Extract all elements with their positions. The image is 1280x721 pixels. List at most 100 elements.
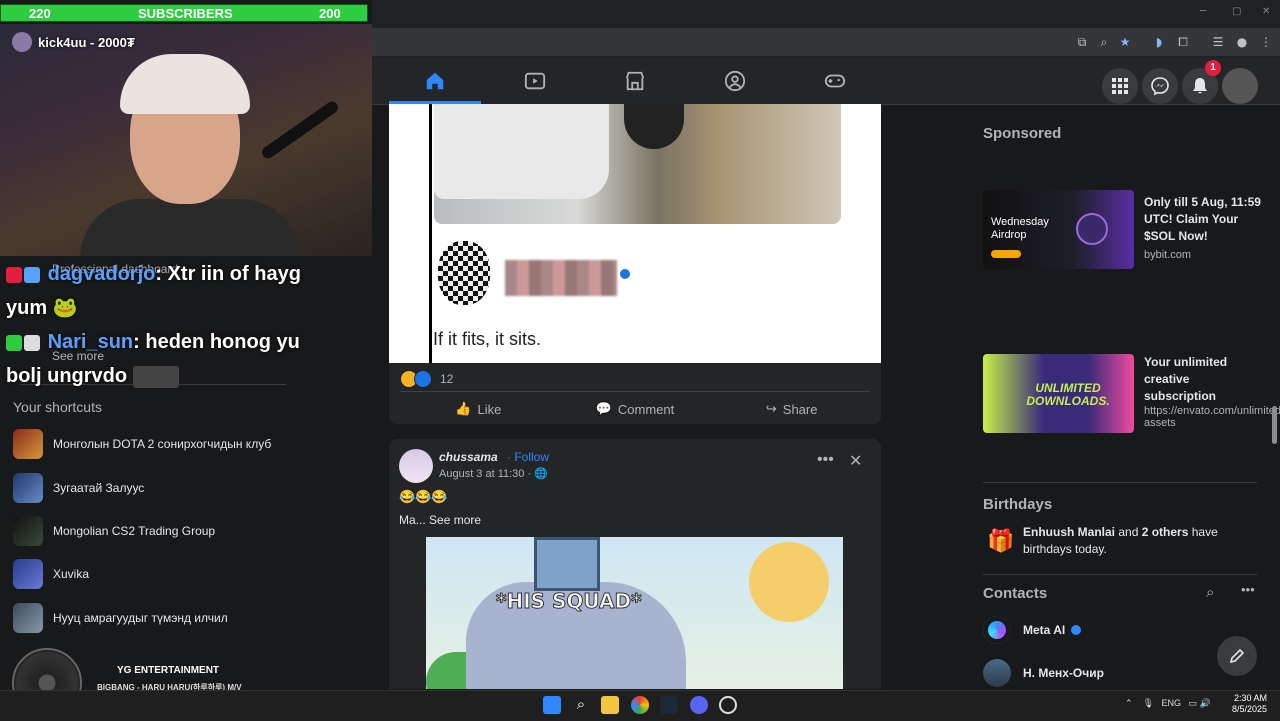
meme-caption: If it fits, it sits. (433, 329, 542, 349)
shortcut-thumbnail (13, 516, 43, 546)
like-button[interactable]: 👍 Like (400, 392, 557, 426)
facebook-navbar (372, 58, 1280, 105)
like-reaction-icon (414, 370, 432, 388)
comment-icon: 💬 (595, 401, 612, 416)
extension-icon[interactable]: ◗ (1152, 35, 1166, 49)
shortcut-item[interactable]: Зугаатай Залуус (13, 473, 303, 503)
sponsored-ad[interactable]: UNLIMITED DOWNLOADS. Your unlimited crea… (983, 354, 1280, 434)
birthdays-heading: Birthdays (983, 496, 1053, 513)
shortcut-thumbnail (13, 429, 43, 459)
contact-name: Meta AI (1023, 623, 1066, 637)
share-button[interactable]: ↪ Share (713, 392, 870, 426)
streamer-shirt (80, 199, 300, 256)
address-bar-row (372, 28, 1280, 56)
chevron-up-icon[interactable]: ⌃ (1125, 698, 1133, 708)
birthday-text[interactable]: Enhuush Manlai and 2 others have birthda… (1023, 524, 1253, 558)
minimize-icon[interactable]: ─ (1200, 6, 1206, 17)
video-icon (524, 72, 546, 90)
maximize-icon[interactable]: ▢ (1232, 6, 1241, 17)
news-feed: If it fits, it sits. 12 👍 Like 💬 Comment ↪… (389, 104, 881, 689)
donor-avatar (12, 32, 32, 52)
subscriber-goal-bar: 220 SUBSCRIBERS 200 (0, 4, 368, 22)
steam-icon[interactable] (660, 696, 678, 714)
shortcut-label: Mongolian CS2 Trading Group (53, 523, 216, 538)
reaction-summary[interactable]: 12 (400, 370, 453, 388)
chat-text: : heden honog yu (133, 331, 300, 353)
search-icon[interactable]: ⌕ (1206, 584, 1214, 601)
account-avatar[interactable] (1222, 68, 1258, 104)
taskbar-search-icon[interactable]: ⌕ (572, 696, 590, 714)
author-name[interactable]: chussama (439, 450, 498, 464)
cast-icon[interactable]: ⧉ (1075, 35, 1089, 49)
bell-icon (1193, 78, 1207, 94)
contact-item[interactable]: Meta AI (983, 616, 1082, 644)
file-explorer-icon[interactable] (601, 696, 619, 714)
home-tab[interactable] (423, 70, 449, 94)
volume-icon[interactable]: 🔊 (1200, 698, 1211, 708)
shortcut-item[interactable]: Нууц амрагуудыг түмэнд илчил (13, 603, 303, 633)
globe-icon: 🌐 (534, 468, 548, 480)
contacts-heading: Contacts (983, 585, 1048, 602)
close-icon[interactable]: ✕ (849, 451, 862, 471)
notification-badge: 1 (1205, 60, 1221, 76)
comment-button[interactable]: 💬 Comment (557, 392, 714, 426)
new-message-button[interactable] (1217, 636, 1257, 676)
tv-head (534, 537, 600, 591)
contact-item[interactable]: Н. Менх-Очир (983, 659, 1104, 687)
marketplace-tab[interactable] (623, 70, 649, 94)
post-image[interactable]: *HIS SQUAD* (426, 537, 843, 689)
pixelated-avatar (438, 241, 490, 305)
taskbar-clock[interactable]: 2:30 AM 8/5/2025 (1232, 693, 1267, 715)
more-options-icon[interactable]: ••• (817, 451, 834, 469)
follow-link[interactable]: · Follow (507, 450, 549, 464)
sub-label: SUBSCRIBERS (138, 6, 233, 21)
sub-count-right: 200 (319, 6, 341, 21)
pepe-emote-icon: 🐸 (52, 297, 78, 319)
chat-badge-icon (6, 266, 22, 283)
more-options-icon[interactable]: ••• (1241, 582, 1255, 597)
obs-icon[interactable] (719, 696, 737, 714)
page-scrollbar[interactable] (1272, 406, 1277, 444)
shortcut-item[interactable]: Xuvika (13, 559, 303, 589)
video-tab[interactable] (523, 70, 549, 94)
solana-logo-icon (1076, 213, 1108, 245)
shortcut-item[interactable]: Монголын DOTA 2 сонирхогчидын клуб (13, 429, 303, 459)
chat-badge-icon (24, 266, 40, 283)
cat-emote-icon (132, 365, 179, 388)
post-date[interactable]: August 3 at 11:30 · 🌐 (439, 467, 548, 480)
gaming-icon (824, 74, 846, 88)
network-icon[interactable]: ▭ (1189, 698, 1198, 708)
menu-button[interactable] (1102, 68, 1138, 104)
see-more-button[interactable]: See more (429, 513, 481, 527)
donation-tag: kick4uu - 2000₮ (12, 32, 135, 52)
browser-menu-icon[interactable]: ⋮ (1259, 35, 1273, 49)
author-avatar[interactable] (399, 449, 433, 483)
close-window-icon[interactable]: ✕ (1262, 6, 1270, 17)
groups-tab[interactable] (723, 70, 749, 94)
compose-icon (1229, 648, 1245, 664)
post-image[interactable]: If it fits, it sits. (389, 104, 881, 363)
tab-search-icon[interactable]: ☰ (1211, 35, 1225, 49)
chrome-icon[interactable] (631, 696, 649, 714)
sponsored-ad[interactable]: Wednesday Airdrop Only till 5 Aug, 11:59… (983, 190, 1263, 270)
feed-post: chussama · Follow August 3 at 11:30 · 🌐 … (389, 439, 881, 689)
bookmark-star-icon[interactable]: ★ (1118, 35, 1132, 49)
discord-icon[interactable] (690, 696, 708, 714)
home-icon (426, 72, 444, 90)
birthday-and: and (1115, 525, 1142, 539)
shortcut-label: Монголын DOTA 2 сонирхогчидын клуб (53, 436, 272, 451)
windows-start-icon[interactable] (543, 696, 561, 714)
language-indicator[interactable]: ENG (1162, 698, 1182, 708)
zoom-icon[interactable]: ⌕ (1097, 35, 1111, 49)
chat-username: dagvadorjo (47, 263, 156, 285)
chat-message: dagvadorjo: Xtr iin of hayg (6, 257, 301, 291)
contact-avatar (983, 659, 1011, 687)
gaming-tab[interactable] (823, 70, 849, 94)
profile-icon[interactable]: ● (1235, 35, 1249, 49)
shortcut-item[interactable]: Mongolian CS2 Trading Group (13, 516, 303, 546)
extensions-puzzle-icon[interactable]: ⧠ (1176, 35, 1190, 49)
system-tray: ⌃ 🎙 ENG ▭ 🔊 (1125, 698, 1211, 709)
microphone-icon[interactable]: 🎙 (1143, 698, 1154, 708)
clock-time: 2:30 AM (1234, 693, 1268, 703)
messenger-button[interactable] (1142, 68, 1178, 104)
